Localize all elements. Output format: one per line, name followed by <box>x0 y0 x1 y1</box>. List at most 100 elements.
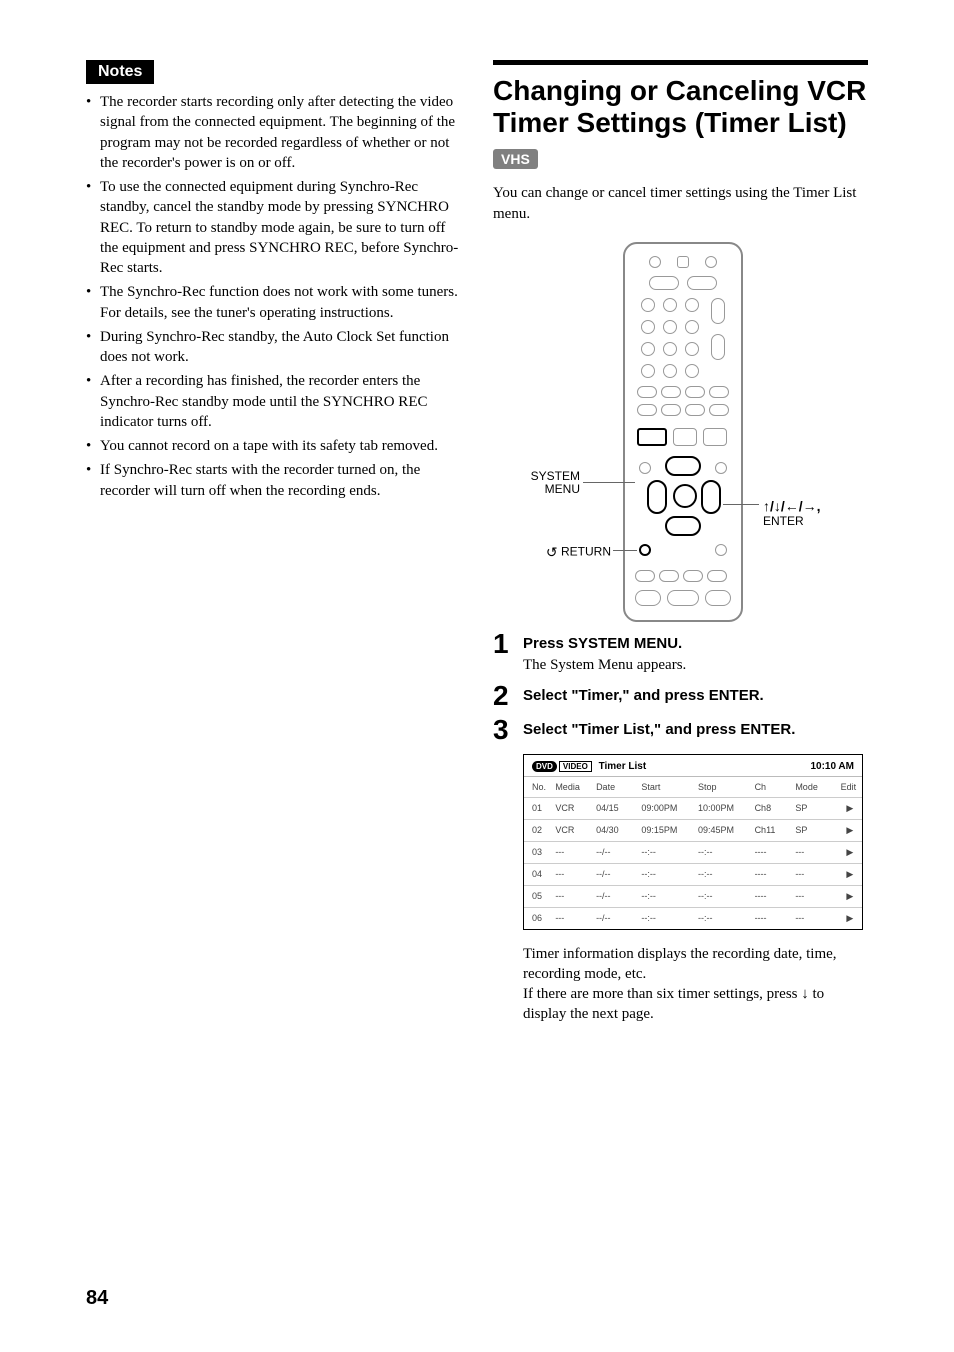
edit-arrow-icon[interactable]: ▶ <box>838 819 862 841</box>
step-number: 2 <box>493 682 523 710</box>
cell-ch: ---- <box>752 863 793 885</box>
edit-arrow-icon[interactable]: ▶ <box>838 863 862 885</box>
callout-leader <box>583 482 635 483</box>
dvd-icon: DVD <box>532 761 557 772</box>
step-number: 1 <box>493 630 523 658</box>
cell-no: 03 <box>524 841 552 863</box>
note-item: You cannot record on a tape with its saf… <box>86 436 461 456</box>
edit-arrow-icon[interactable]: ▶ <box>838 841 862 863</box>
table-row[interactable]: 06 --- --/-- --:-- --:-- ---- --- ▶ <box>524 907 862 929</box>
post-text-2: If there are more than six timer setting… <box>523 984 868 1025</box>
callout-text: SYSTEM MENU <box>531 469 580 496</box>
step-number: 3 <box>493 716 523 744</box>
cell-ch: Ch11 <box>752 819 793 841</box>
cell-date: --/-- <box>593 841 638 863</box>
cell-mode: --- <box>792 841 837 863</box>
remote-button-icon <box>677 256 689 268</box>
table-row[interactable]: 02 VCR 04/30 09:15PM 09:45PM Ch11 SP ▶ <box>524 819 862 841</box>
cell-ch: ---- <box>752 907 793 929</box>
section-rule <box>493 60 868 65</box>
cell-start: --:-- <box>638 841 695 863</box>
remote-diagram: SYSTEM MENU ↺ RETURN ↑/↓/←/→, ENTER <box>493 242 868 622</box>
note-item: To use the connected equipment during Sy… <box>86 177 461 278</box>
post-text-2a: If there are more than six timer setting… <box>523 986 801 1002</box>
step-heading: Press SYSTEM MENU. <box>523 634 868 654</box>
cell-date: 04/30 <box>593 819 638 841</box>
callout-text: RETURN <box>561 545 611 559</box>
remote-numpad-icon <box>685 320 699 334</box>
cell-mode: SP <box>792 797 837 819</box>
remote-numpad-icon <box>641 298 655 312</box>
step-subtext: The System Menu appears. <box>523 655 868 675</box>
cell-start: 09:15PM <box>638 819 695 841</box>
remote-button-icon <box>707 570 727 582</box>
system-menu-button-icon <box>637 428 667 446</box>
cell-no: 04 <box>524 863 552 885</box>
intro-text: You can change or cancel timer settings … <box>493 183 868 224</box>
vhs-badge: VHS <box>493 149 538 169</box>
cell-no: 06 <box>524 907 552 929</box>
remote-button-icon <box>649 256 661 268</box>
cell-media: --- <box>552 907 593 929</box>
table-row[interactable]: 05 --- --/-- --:-- --:-- ---- --- ▶ <box>524 885 862 907</box>
remote-small-button-icon <box>715 462 727 474</box>
remote-button-icon <box>705 256 717 268</box>
cell-mode: --- <box>792 907 837 929</box>
cell-start: --:-- <box>638 885 695 907</box>
step-heading: Select "Timer," and press ENTER. <box>523 686 868 706</box>
cell-media: --- <box>552 841 593 863</box>
cell-media: VCR <box>552 819 593 841</box>
arrows-glyphs: ↑/↓/←/→, <box>763 498 821 514</box>
cell-stop: 10:00PM <box>695 797 752 819</box>
remote-body-outline <box>623 242 743 622</box>
note-item: After a recording has finished, the reco… <box>86 371 461 432</box>
cell-start: 09:00PM <box>638 797 695 819</box>
step-2: 2 Select "Timer," and press ENTER. <box>493 682 868 710</box>
edit-arrow-icon[interactable]: ▶ <box>838 885 862 907</box>
remote-numpad-icon <box>663 298 677 312</box>
remote-button-icon <box>687 276 717 290</box>
cell-no: 05 <box>524 885 552 907</box>
remote-button-icon <box>635 590 661 606</box>
remote-numpad-icon <box>641 342 655 356</box>
cell-media: --- <box>552 885 593 907</box>
cell-date: --/-- <box>593 907 638 929</box>
edit-arrow-icon[interactable]: ▶ <box>838 907 862 929</box>
callout-return: ↺ RETURN <box>511 544 611 561</box>
dpad-enter-icon <box>673 484 697 508</box>
cell-stop: --:-- <box>695 907 752 929</box>
remote-button-icon <box>667 590 699 606</box>
note-item: If Synchro-Rec starts with the recorder … <box>86 460 461 501</box>
dpad-down-icon <box>665 516 701 536</box>
remote-button-icon <box>683 570 703 582</box>
col-mode: Mode <box>792 777 837 798</box>
cell-date: 04/15 <box>593 797 638 819</box>
remote-numpad-icon <box>641 364 655 378</box>
remote-rocker-icon <box>711 334 725 360</box>
table-row[interactable]: 04 --- --/-- --:-- --:-- ---- --- ▶ <box>524 863 862 885</box>
cell-media: VCR <box>552 797 593 819</box>
panel-title: Timer List <box>599 761 647 772</box>
post-text-1: Timer information displays the recording… <box>523 944 868 985</box>
note-item: The Synchro-Rec function does not work w… <box>86 282 461 323</box>
col-ch: Ch <box>752 777 793 798</box>
remote-button-icon <box>705 590 731 606</box>
callout-text: ENTER <box>763 514 804 528</box>
remote-rocker-icon <box>711 298 725 324</box>
cell-stop: 09:45PM <box>695 819 752 841</box>
timer-list-table: No. Media Date Start Stop Ch Mode Edit 0… <box>524 777 862 929</box>
remote-numpad-icon <box>663 320 677 334</box>
remote-button-icon <box>659 570 679 582</box>
edit-arrow-icon[interactable]: ▶ <box>838 797 862 819</box>
callout-arrows-enter: ↑/↓/←/→, ENTER <box>763 498 873 528</box>
panel-title-group: DVD VIDEO Timer List <box>532 761 646 772</box>
step-heading: Select "Timer List," and press ENTER. <box>523 720 868 740</box>
remote-numpad-icon <box>685 298 699 312</box>
remote-button-icon <box>709 404 729 416</box>
remote-numpad-icon <box>641 320 655 334</box>
cell-start: --:-- <box>638 907 695 929</box>
table-row[interactable]: 03 --- --/-- --:-- --:-- ---- --- ▶ <box>524 841 862 863</box>
callout-leader <box>613 550 637 551</box>
step-3: 3 Select "Timer List," and press ENTER. <box>493 716 868 744</box>
table-row[interactable]: 01 VCR 04/15 09:00PM 10:00PM Ch8 SP ▶ <box>524 797 862 819</box>
